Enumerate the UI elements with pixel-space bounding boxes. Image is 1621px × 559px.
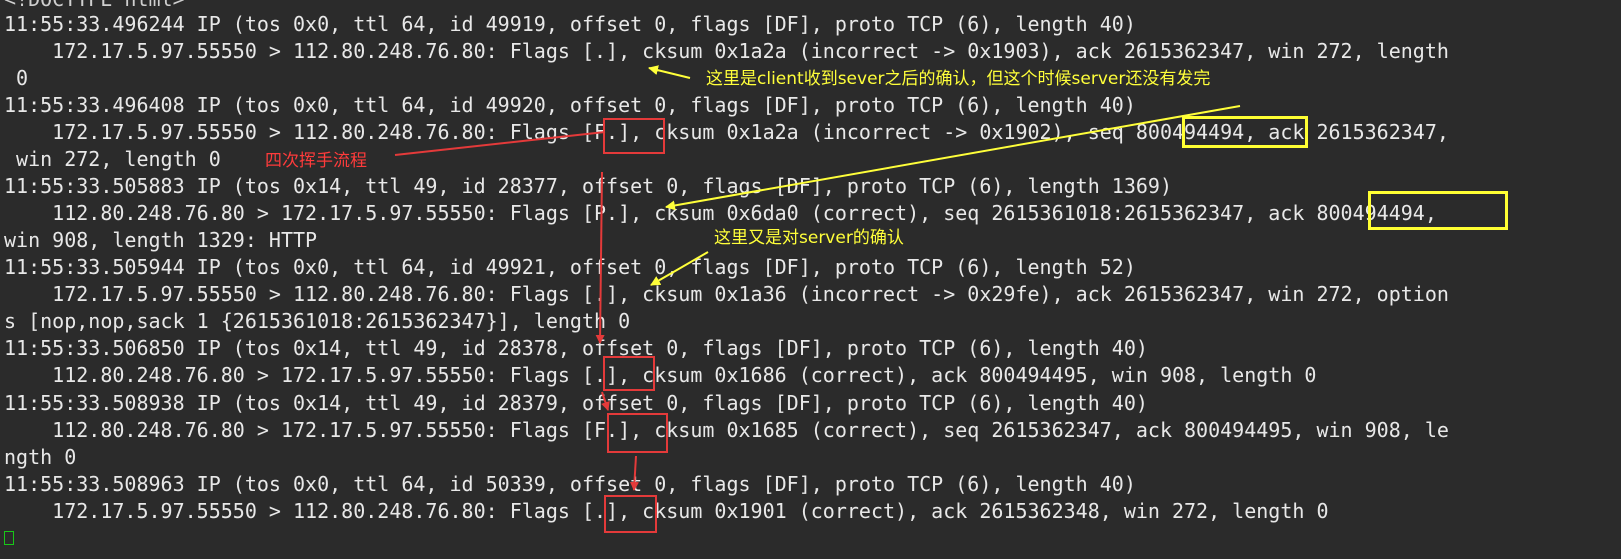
arrow-client-ack xyxy=(648,65,691,79)
arrow-fin2-down xyxy=(629,455,639,491)
terminal-cursor-icon xyxy=(4,531,14,545)
arrow-four-way-label xyxy=(394,131,606,156)
arrow-server-ack xyxy=(650,251,709,286)
terminal-window[interactable]: <!DOCTYPE html> 11:55:33.496244 IP (tos … xyxy=(0,0,1621,559)
arrow-ack-down xyxy=(601,391,610,411)
arrow-fin-down xyxy=(595,171,605,344)
four-way-note: 四次挥手流程 xyxy=(265,151,367,171)
client-ack-note: 这里是client收到sever之后的确认，但这个时候server还没有发完 xyxy=(706,69,1211,89)
server-ack-note: 这里又是对server的确认 xyxy=(714,228,904,248)
arrow-to-server-psh xyxy=(665,105,1241,211)
